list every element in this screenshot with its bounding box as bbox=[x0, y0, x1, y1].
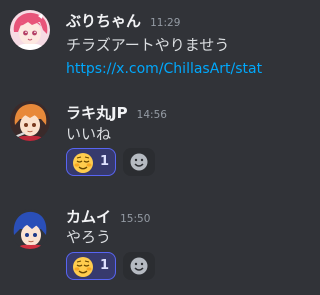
add-reaction-button[interactable] bbox=[123, 148, 155, 176]
reaction-count: 1 bbox=[100, 154, 110, 169]
add-reaction-button[interactable] bbox=[123, 252, 155, 280]
message-link[interactable]: https://x.com/ChillasArt/stat bbox=[66, 61, 262, 77]
username[interactable]: カムイ bbox=[66, 208, 111, 226]
message-text: チラズアートやりませう bbox=[66, 36, 230, 54]
avatar[interactable] bbox=[10, 101, 50, 141]
chat-messages: ぶりちゃん 11:29 チラズアートやりませう https://x.com/Ch… bbox=[0, 0, 265, 295]
relieved-face-icon bbox=[73, 153, 93, 173]
message-1: ぶりちゃん 11:29 チラズアートやりませう https://x.com/Ch… bbox=[0, 0, 265, 95]
smiley-add-icon bbox=[130, 153, 148, 171]
message-2: ラキ丸JP 14:56 いいね 1 bbox=[0, 95, 265, 195]
avatar-orange-hair-boy-icon bbox=[10, 101, 50, 141]
timestamp: 15:50 bbox=[120, 213, 151, 225]
smiley-add-icon bbox=[130, 257, 148, 275]
reaction-relieved-face[interactable]: 1 bbox=[66, 148, 116, 176]
reaction-count: 1 bbox=[100, 258, 110, 273]
avatar[interactable] bbox=[10, 10, 50, 50]
relieved-face-icon bbox=[73, 257, 93, 277]
timestamp: 14:56 bbox=[136, 109, 167, 121]
avatar-pink-hair-girl-icon bbox=[10, 10, 50, 50]
message-header: ラキ丸JP 14:56 bbox=[66, 102, 167, 123]
reaction-relieved-face[interactable]: 1 bbox=[66, 252, 116, 280]
username[interactable]: ぶりちゃん bbox=[66, 12, 141, 30]
message-header: カムイ 15:50 bbox=[66, 206, 150, 227]
username[interactable]: ラキ丸JP bbox=[66, 104, 128, 122]
message-header: ぶりちゃん 11:29 bbox=[66, 10, 180, 31]
avatar-blue-hair-boy-icon bbox=[10, 209, 50, 249]
timestamp: 11:29 bbox=[150, 17, 181, 29]
message-text: いいね bbox=[66, 125, 112, 143]
message-text: やろう bbox=[66, 228, 112, 246]
message-3: カムイ 15:50 やろう 1 bbox=[0, 195, 265, 295]
avatar[interactable] bbox=[10, 209, 50, 249]
